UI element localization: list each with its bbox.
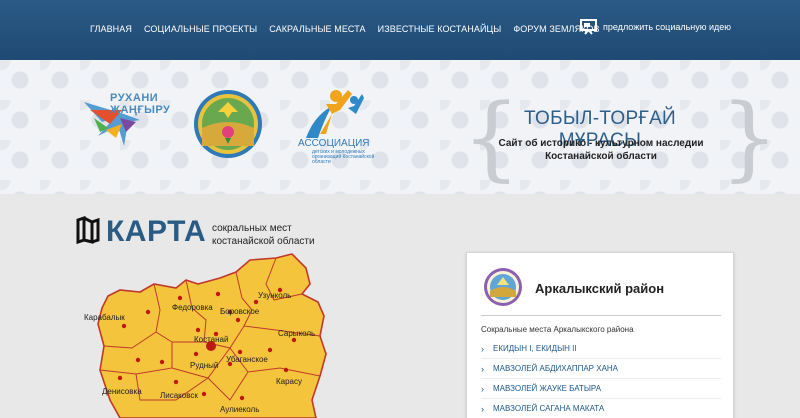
- district-emblem-icon: [483, 267, 523, 307]
- chevron-right-icon: ›: [481, 403, 484, 414]
- nav-item-home[interactable]: ГЛАВНАЯ: [90, 24, 132, 34]
- top-navigation-bar: ГЛАВНАЯ СОЦИАЛЬНЫЕ ПРОЕКТЫ САКРАЛЬНЫЕ МЕ…: [0, 0, 800, 60]
- youth-association-logo[interactable]: АССОЦИАЦИЯ детских и молодежных организа…: [296, 86, 380, 166]
- main-nav: ГЛАВНАЯ СОЦИАЛЬНЫЕ ПРОЕКТЫ САКРАЛЬНЫЕ МЕ…: [90, 24, 600, 34]
- card-divider: [481, 315, 721, 316]
- map-subtitle-line2: костанайской области: [212, 236, 315, 247]
- region-emblem-logo[interactable]: [192, 88, 264, 160]
- sacred-places-list: › ЕКИДЫН I, ЕКИДЫН II › МАВЗОЛЕЙ АБДИХАППА…: [481, 339, 721, 418]
- site-subtitle-line1: Сайт об историко - культурном наследии: [498, 138, 704, 149]
- presentation-board-icon: [580, 18, 597, 35]
- chevron-right-icon: ›: [481, 363, 484, 374]
- list-item[interactable]: › ЕКИДЫН I, ЕКИДЫН II: [481, 339, 721, 359]
- list-item[interactable]: › МАВЗОЛЕЙ АБДИХАППАР ХАНА: [481, 359, 721, 379]
- map-title: КАРТА: [106, 215, 207, 248]
- list-item[interactable]: › МАВЗОЛЕЙ ЖАУКЕ БАТЫРА: [481, 379, 721, 399]
- district-label-kostanay[interactable]: Костанай: [194, 335, 228, 344]
- logo1-line2: ЖАҢҒЫРУ: [110, 104, 171, 116]
- rukhani-zhangyru-logo[interactable]: РУХАНИ ЖАҢҒЫРУ: [80, 92, 172, 148]
- district-label-sarykol[interactable]: Сарыколь: [278, 329, 315, 338]
- map-book-icon: [76, 215, 100, 249]
- list-item-label: МАВЗОЛЕЙ АБДИХАППАР ХАНА: [493, 364, 619, 373]
- site-subtitle: Сайт об историко - культурном наследии К…: [496, 137, 706, 163]
- district-label-ubaganskoe[interactable]: Убаганское: [226, 355, 268, 364]
- list-item-label: МАВЗОЛЕЙ ЖАУКЕ БАТЫРА: [493, 384, 602, 393]
- region-map[interactable]: Карабалык Федоровка Боровское Узунколь К…: [80, 250, 330, 418]
- district-label-karasu[interactable]: Карасу: [276, 377, 302, 386]
- suggest-idea-label: предложить социальную идею: [603, 21, 732, 32]
- chevron-right-icon: ›: [481, 343, 484, 354]
- district-label-lisakovsk[interactable]: Лисаковск: [160, 391, 198, 400]
- district-label-auliekol[interactable]: Аулиеколь: [220, 405, 259, 414]
- district-label-fedorovka[interactable]: Федоровка: [172, 303, 213, 312]
- association-caption: детских и молодежных организаций Костана…: [312, 149, 375, 165]
- nav-item-famous-people[interactable]: ИЗВЕСТНЫЕ КОСТАНАЙЦЫ: [378, 24, 502, 34]
- chevron-right-icon: ›: [481, 383, 484, 394]
- district-title: Аркалыкский район: [535, 281, 665, 296]
- district-label-borovskoe[interactable]: Боровское: [220, 307, 260, 316]
- list-item-label: МАВЗОЛЕЙ САГАНА МАКАТА: [493, 404, 605, 413]
- nav-item-sacred-places[interactable]: САКРАЛЬНЫЕ МЕСТА: [269, 24, 365, 34]
- map-heading: КАРТА: [76, 215, 206, 249]
- district-label-karabalyk[interactable]: Карабалык: [84, 313, 125, 322]
- list-item-label: ЕКИДЫН I, ЕКИДЫН II: [493, 344, 577, 353]
- list-item[interactable]: › МАВЗОЛЕЙ САГАНА МАКАТА: [481, 399, 721, 418]
- district-label-uzunkol[interactable]: Узунколь: [258, 291, 291, 300]
- nav-item-social-projects[interactable]: СОЦИАЛЬНЫЕ ПРОЕКТЫ: [144, 24, 257, 34]
- site-subtitle-line2: Костанайской области: [545, 151, 657, 162]
- map-subtitle: сокральных мест костанайской области: [212, 222, 315, 248]
- right-brace-ornament: }: [720, 84, 779, 191]
- district-info-card: Аркалыкский район Сокральные места Аркал…: [466, 252, 734, 418]
- district-subtitle: Сокральные места Аркалыкского района: [481, 325, 634, 334]
- map-subtitle-line1: сокральных мест: [212, 223, 292, 234]
- logo1-line1: РУХАНИ: [110, 92, 159, 104]
- association-title: АССОЦИАЦИЯ: [298, 138, 370, 149]
- district-label-rudny[interactable]: Рудный: [190, 361, 218, 370]
- district-label-denisovka[interactable]: Денисовка: [102, 387, 142, 396]
- suggest-idea-link[interactable]: предложить социальную идею: [580, 18, 731, 35]
